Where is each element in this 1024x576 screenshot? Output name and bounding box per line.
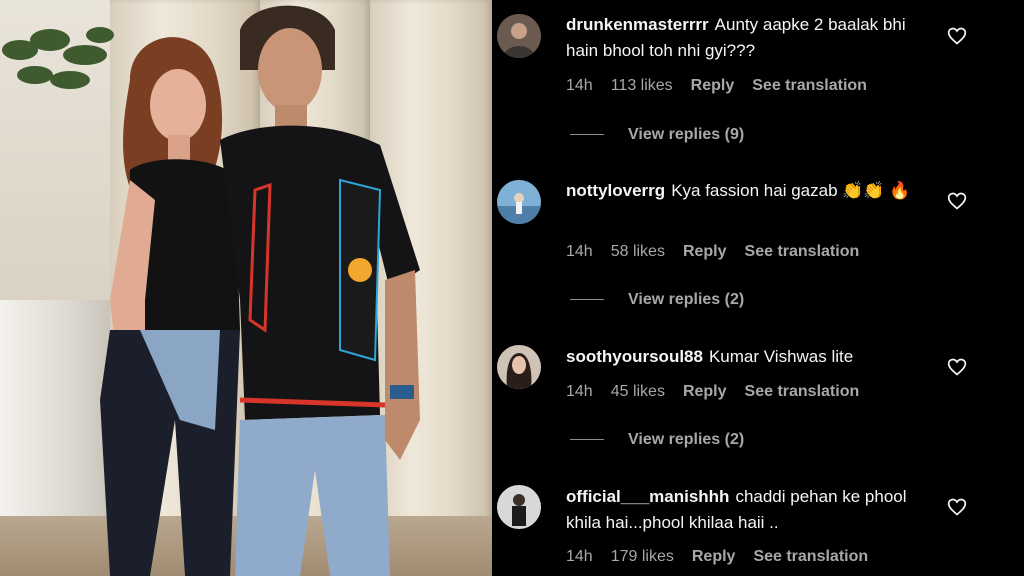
heart-icon[interactable] xyxy=(947,497,967,517)
comment-likes[interactable]: 113 likes xyxy=(611,77,673,94)
comment-body: Kya fassion hai gazab 👏👏 🔥 xyxy=(671,181,911,200)
comment-username[interactable]: official___manishhh xyxy=(566,487,729,506)
comment-body: Kumar Vishwas lite xyxy=(708,347,854,366)
view-replies-label: View replies (2) xyxy=(628,431,745,448)
comment-username[interactable]: soothyoursoul88 xyxy=(566,347,703,366)
comment-likes[interactable]: 45 likes xyxy=(611,383,665,400)
comment-text: official___manishhh chaddi pehan ke phool… xyxy=(566,484,936,536)
comment-text: soothyoursoul88 Kumar Vishwas lite xyxy=(566,344,936,370)
comment-text: drunkenmasterrrr Aunty aapke 2 baalak bhi… xyxy=(566,12,936,64)
avatar[interactable] xyxy=(497,180,541,224)
comment-likes[interactable]: 179 likes xyxy=(611,548,674,565)
avatar[interactable] xyxy=(497,485,541,529)
see-translation-button[interactable]: See translation xyxy=(753,548,868,565)
see-translation-button[interactable]: See translation xyxy=(752,77,867,94)
comment-meta: 14h 179 likes Reply See translation xyxy=(566,548,886,566)
reply-button[interactable]: Reply xyxy=(692,548,736,565)
divider-line xyxy=(570,134,604,136)
comment-username[interactable]: drunkenmasterrrr xyxy=(566,15,709,34)
heart-icon[interactable] xyxy=(947,191,967,211)
comment-likes[interactable]: 58 likes xyxy=(611,243,665,260)
avatar-image-icon xyxy=(497,485,541,529)
see-translation-button[interactable]: See translation xyxy=(745,243,860,260)
view-replies-label: View replies (9) xyxy=(628,126,745,143)
comment-time: 14h xyxy=(566,77,593,94)
avatar[interactable] xyxy=(497,345,541,389)
reply-button[interactable]: Reply xyxy=(683,383,727,400)
reply-button[interactable]: Reply xyxy=(683,243,727,260)
reply-button[interactable]: Reply xyxy=(691,77,735,94)
comment-text: nottyloverrg Kya fassion hai gazab 👏👏 🔥 xyxy=(566,178,936,204)
people-image xyxy=(100,5,420,576)
divider-line xyxy=(570,439,604,441)
avatar-image-icon xyxy=(497,345,541,389)
comment-meta: 14h 45 likes Reply See translation xyxy=(566,383,877,401)
view-replies-button[interactable]: View replies (2) xyxy=(570,431,744,449)
comment-username[interactable]: nottyloverrg xyxy=(566,181,665,200)
comment-time: 14h xyxy=(566,383,593,400)
view-replies-button[interactable]: View replies (2) xyxy=(570,291,744,309)
comment-time: 14h xyxy=(566,548,593,565)
divider-line xyxy=(570,299,604,301)
comment-time: 14h xyxy=(566,243,593,260)
see-translation-button[interactable]: See translation xyxy=(745,383,860,400)
heart-icon[interactable] xyxy=(947,357,967,377)
post-photo[interactable] xyxy=(0,0,492,576)
avatar-image-icon xyxy=(497,14,541,58)
comment-meta: 14h 113 likes Reply See translation xyxy=(566,77,885,95)
view-replies-button[interactable]: View replies (9) xyxy=(570,126,744,144)
comment-meta: 14h 58 likes Reply See translation xyxy=(566,243,877,261)
heart-icon[interactable] xyxy=(947,26,967,46)
avatar[interactable] xyxy=(497,14,541,58)
view-replies-label: View replies (2) xyxy=(628,291,745,308)
comments-panel: drunkenmasterrrr Aunty aapke 2 baalak bhi… xyxy=(492,0,1024,576)
avatar-image-icon xyxy=(497,180,541,224)
